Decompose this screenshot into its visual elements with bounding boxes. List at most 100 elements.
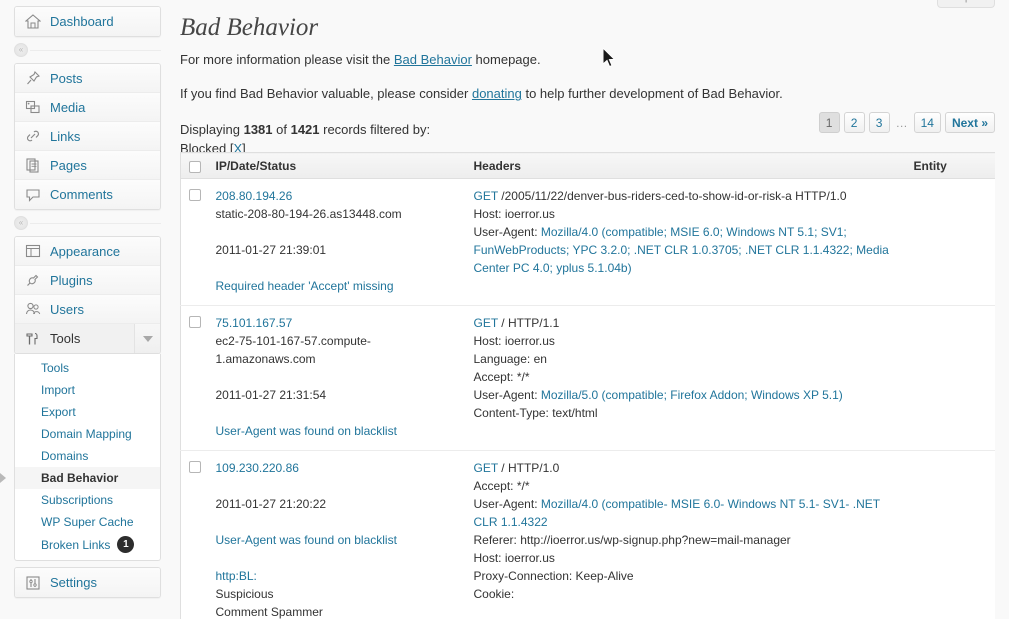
header-line: Accept: */* bbox=[474, 368, 900, 386]
sidebar-item-tools[interactable]: Tools bbox=[15, 324, 160, 353]
httpbl-line: Suspicious bbox=[215, 587, 274, 601]
header-value: Keep-Alive bbox=[575, 569, 634, 583]
sidebar-item-posts[interactable]: Posts bbox=[15, 64, 160, 93]
header-value: ioerror.us bbox=[504, 551, 555, 565]
sidebar-item-links[interactable]: Links bbox=[15, 122, 160, 151]
header-key: Content-Type: bbox=[473, 406, 553, 420]
submenu-item-export[interactable]: Export bbox=[15, 401, 160, 423]
page-button-last[interactable]: 14 bbox=[913, 112, 941, 133]
header-key: Host: bbox=[473, 551, 505, 565]
row-checkbox[interactable] bbox=[189, 189, 201, 201]
menu-group-content: Posts Media Links Pages Comments bbox=[14, 63, 161, 210]
block-reason-link[interactable]: User-Agent was found on blacklist bbox=[216, 533, 397, 547]
page-button-1[interactable]: 1 bbox=[818, 112, 840, 133]
page-button-2[interactable]: 2 bbox=[843, 112, 865, 133]
sidebar-item-label: Users bbox=[50, 301, 84, 317]
sidebar-item-dashboard[interactable]: Dashboard bbox=[15, 7, 160, 36]
donate-paragraph: If you find Bad Behavior valuable, pleas… bbox=[180, 86, 995, 103]
ip-address-link[interactable]: 208.80.194.26 bbox=[216, 189, 293, 203]
block-reason-link[interactable]: User-Agent was found on blacklist bbox=[216, 424, 397, 438]
sidebar-item-label: Posts bbox=[50, 70, 83, 86]
sidebar-item-pages[interactable]: Pages bbox=[15, 151, 160, 180]
httpbl-link[interactable]: http:BL: bbox=[216, 569, 257, 583]
row-checkbox[interactable] bbox=[189, 461, 201, 473]
request-line: GET /2005/11/22/denver-bus-riders-ced-to… bbox=[474, 187, 900, 205]
header-value: */* bbox=[516, 370, 530, 384]
sidebar-collapse-2[interactable]: « bbox=[14, 213, 161, 233]
bad-behavior-homepage-link[interactable]: Bad Behavior bbox=[394, 52, 472, 67]
row-ip-cell: 109.230.220.86 2011-01-27 21:20:22 User-… bbox=[208, 450, 467, 619]
submenu-item-wp-super-cache[interactable]: WP Super Cache bbox=[15, 511, 160, 533]
submenu-item-domain-mapping[interactable]: Domain Mapping bbox=[15, 423, 160, 445]
next-page-button[interactable]: Next » bbox=[944, 112, 995, 133]
submenu-item-import[interactable]: Import bbox=[15, 379, 160, 401]
header-key: User-Agent: bbox=[473, 497, 541, 511]
media-icon bbox=[23, 97, 43, 117]
row-entity-cell bbox=[907, 179, 996, 306]
row-headers-cell: GET /2005/11/22/denver-bus-riders-ced-to… bbox=[467, 179, 907, 306]
records-table-container: IP/Date/Status Headers Entity 208.80.194… bbox=[180, 152, 995, 619]
submenu-item-tools[interactable]: Tools bbox=[15, 357, 160, 379]
tools-dropdown-toggle[interactable] bbox=[134, 324, 160, 353]
submenu-item-broken-links[interactable]: Broken Links 1 bbox=[15, 533, 160, 556]
row-select-cell bbox=[181, 179, 209, 306]
header-value: text/html bbox=[552, 406, 598, 420]
table-body: 208.80.194.26 static-208-80-194-26.as134… bbox=[180, 179, 996, 619]
request-path: / HTTP/1.1 bbox=[497, 316, 560, 330]
submenu-label: Subscriptions bbox=[41, 493, 114, 507]
submenu-label: WP Super Cache bbox=[41, 515, 134, 529]
admin-screen: Dashboard « Posts Media Links Pages Comm… bbox=[0, 0, 1009, 619]
menu-group-dashboard: Dashboard bbox=[14, 6, 161, 37]
total-count: 1421 bbox=[290, 122, 320, 138]
donate-link[interactable]: donating bbox=[472, 86, 522, 101]
header-key: Language: bbox=[473, 352, 534, 366]
sidebar-collapse-1[interactable]: « bbox=[14, 40, 161, 60]
sidebar-item-label: Dashboard bbox=[50, 14, 114, 29]
sidebar-item-users[interactable]: Users bbox=[15, 295, 160, 324]
request-line: GET / HTTP/1.1 bbox=[474, 314, 900, 332]
help-tab[interactable]: Help bbox=[937, 0, 995, 8]
displaying-suffix: records filtered by: bbox=[319, 122, 431, 138]
timestamp: 2011-01-27 21:31:54 bbox=[215, 388, 327, 402]
ip-address-link[interactable]: 109.230.220.86 bbox=[216, 461, 299, 475]
users-icon bbox=[23, 299, 43, 319]
displaying-prefix: Displaying bbox=[180, 122, 244, 138]
select-all-checkbox[interactable] bbox=[189, 160, 201, 173]
sidebar-item-appearance[interactable]: Appearance bbox=[15, 237, 160, 266]
appearance-icon bbox=[23, 241, 43, 261]
intro-text-before: For more information please visit the bbox=[180, 51, 394, 67]
header-value: */* bbox=[516, 479, 530, 493]
submenu-label: Domains bbox=[41, 449, 89, 463]
header-key: Cookie: bbox=[473, 587, 515, 601]
request-path: / HTTP/1.0 bbox=[497, 461, 560, 475]
sidebar-item-settings[interactable]: Settings bbox=[15, 568, 160, 597]
submenu-label: Import bbox=[41, 383, 76, 397]
header-line: Referer: http://ioerror.us/wp-signup.php… bbox=[474, 531, 900, 549]
plugin-icon bbox=[23, 270, 43, 290]
column-header-ip[interactable]: IP/Date/Status bbox=[208, 152, 467, 179]
block-reason-link[interactable]: Required header 'Accept' missing bbox=[216, 279, 394, 293]
row-select-cell bbox=[180, 450, 209, 619]
column-header-headers[interactable]: Headers bbox=[466, 152, 907, 179]
ip-address-link[interactable]: 75.101.167.57 bbox=[216, 316, 293, 330]
sidebar-item-media[interactable]: Media bbox=[15, 93, 160, 122]
menu-group-settings: Settings bbox=[14, 567, 161, 598]
column-header-entity[interactable]: Entity bbox=[906, 152, 995, 179]
header-line: Host: ioerror.us bbox=[474, 549, 900, 567]
pages-icon bbox=[23, 155, 43, 175]
header-key: Host: bbox=[473, 334, 505, 348]
submenu-item-domains[interactable]: Domains bbox=[15, 445, 160, 467]
chevron-down-icon bbox=[142, 335, 153, 342]
sidebar-item-plugins[interactable]: Plugins bbox=[15, 266, 160, 295]
row-checkbox[interactable] bbox=[189, 316, 201, 328]
broken-links-count-badge: 1 bbox=[117, 536, 135, 553]
page-button-3[interactable]: 3 bbox=[868, 112, 890, 133]
submenu-item-bad-behavior[interactable]: Bad Behavior bbox=[0, 467, 160, 489]
settings-icon bbox=[23, 573, 43, 593]
sidebar-item-comments[interactable]: Comments bbox=[15, 180, 160, 209]
submenu-item-subscriptions[interactable]: Subscriptions bbox=[15, 489, 160, 511]
